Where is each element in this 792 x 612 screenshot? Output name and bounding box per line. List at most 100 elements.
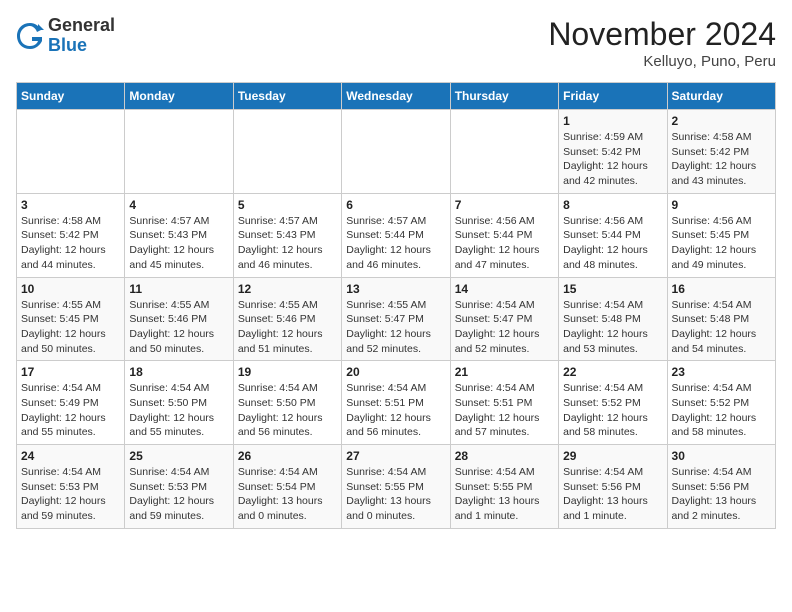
day-number: 6 bbox=[346, 198, 445, 212]
day-info: Sunrise: 4:54 AMSunset: 5:51 PMDaylight:… bbox=[455, 381, 554, 440]
day-header-friday: Friday bbox=[559, 83, 667, 110]
day-info: Sunrise: 4:54 AMSunset: 5:55 PMDaylight:… bbox=[455, 465, 554, 524]
calendar-cell: 6 Sunrise: 4:57 AMSunset: 5:44 PMDaylight… bbox=[342, 193, 450, 277]
day-number: 24 bbox=[21, 449, 120, 463]
calendar-cell bbox=[17, 110, 125, 194]
day-info: Sunrise: 4:58 AMSunset: 5:42 PMDaylight:… bbox=[672, 130, 771, 189]
logo-general: General bbox=[48, 16, 115, 36]
day-number: 13 bbox=[346, 282, 445, 296]
calendar-cell bbox=[342, 110, 450, 194]
day-number: 11 bbox=[129, 282, 228, 296]
calendar-cell: 16Sunrise: 4:54 AMSunset: 5:48 PMDayligh… bbox=[667, 277, 775, 361]
calendar-cell: 21 Sunrise: 4:54 AMSunset: 5:51 PMDayligh… bbox=[450, 361, 558, 445]
day-info: Sunrise: 4:54 AMSunset: 5:51 PMDaylight:… bbox=[346, 381, 445, 440]
calendar-cell: 3 Sunrise: 4:58 AMSunset: 5:42 PMDaylight… bbox=[17, 193, 125, 277]
day-number: 29 bbox=[563, 449, 662, 463]
day-number: 2 bbox=[672, 114, 771, 128]
calendar-cell: 7 Sunrise: 4:56 AMSunset: 5:44 PMDaylight… bbox=[450, 193, 558, 277]
calendar-cell bbox=[233, 110, 341, 194]
logo-blue: Blue bbox=[48, 36, 115, 56]
day-number: 26 bbox=[238, 449, 337, 463]
day-info: Sunrise: 4:54 AMSunset: 5:49 PMDaylight:… bbox=[21, 381, 120, 440]
calendar-cell: 18 Sunrise: 4:54 AMSunset: 5:50 PMDayligh… bbox=[125, 361, 233, 445]
day-header-saturday: Saturday bbox=[667, 83, 775, 110]
day-info: Sunrise: 4:54 AMSunset: 5:50 PMDaylight:… bbox=[129, 381, 228, 440]
day-number: 23 bbox=[672, 365, 771, 379]
day-info: Sunrise: 4:54 AMSunset: 5:55 PMDaylight:… bbox=[346, 465, 445, 524]
day-number: 27 bbox=[346, 449, 445, 463]
day-info: Sunrise: 4:55 AMSunset: 5:45 PMDaylight:… bbox=[21, 298, 120, 357]
logo: General Blue bbox=[16, 16, 115, 56]
calendar-cell: 14 Sunrise: 4:54 AMSunset: 5:47 PMDayligh… bbox=[450, 277, 558, 361]
location: Kelluyo, Puno, Peru bbox=[548, 53, 776, 70]
calendar-cell: 24 Sunrise: 4:54 AMSunset: 5:53 PMDayligh… bbox=[17, 445, 125, 529]
calendar-cell: 20 Sunrise: 4:54 AMSunset: 5:51 PMDayligh… bbox=[342, 361, 450, 445]
calendar-cell: 4 Sunrise: 4:57 AMSunset: 5:43 PMDaylight… bbox=[125, 193, 233, 277]
calendar-cell: 30Sunrise: 4:54 AMSunset: 5:56 PMDayligh… bbox=[667, 445, 775, 529]
day-number: 28 bbox=[455, 449, 554, 463]
calendar-table: SundayMondayTuesdayWednesdayThursdayFrid… bbox=[16, 82, 776, 529]
day-number: 15 bbox=[563, 282, 662, 296]
calendar-cell: 23Sunrise: 4:54 AMSunset: 5:52 PMDayligh… bbox=[667, 361, 775, 445]
day-info: Sunrise: 4:54 AMSunset: 5:54 PMDaylight:… bbox=[238, 465, 337, 524]
day-number: 16 bbox=[672, 282, 771, 296]
calendar-cell: 5 Sunrise: 4:57 AMSunset: 5:43 PMDaylight… bbox=[233, 193, 341, 277]
day-number: 19 bbox=[238, 365, 337, 379]
day-number: 25 bbox=[129, 449, 228, 463]
day-number: 12 bbox=[238, 282, 337, 296]
day-number: 4 bbox=[129, 198, 228, 212]
calendar-cell: 11 Sunrise: 4:55 AMSunset: 5:46 PMDayligh… bbox=[125, 277, 233, 361]
day-info: Sunrise: 4:54 AMSunset: 5:53 PMDaylight:… bbox=[129, 465, 228, 524]
day-header-monday: Monday bbox=[125, 83, 233, 110]
calendar-cell: 12 Sunrise: 4:55 AMSunset: 5:46 PMDayligh… bbox=[233, 277, 341, 361]
calendar-cell bbox=[450, 110, 558, 194]
day-number: 21 bbox=[455, 365, 554, 379]
day-number: 18 bbox=[129, 365, 228, 379]
day-info: Sunrise: 4:55 AMSunset: 5:47 PMDaylight:… bbox=[346, 298, 445, 357]
day-header-thursday: Thursday bbox=[450, 83, 558, 110]
calendar-cell: 1Sunrise: 4:59 AMSunset: 5:42 PMDaylight… bbox=[559, 110, 667, 194]
calendar-week-4: 17Sunrise: 4:54 AMSunset: 5:49 PMDayligh… bbox=[17, 361, 776, 445]
calendar-cell: 2 Sunrise: 4:58 AMSunset: 5:42 PMDaylight… bbox=[667, 110, 775, 194]
day-info: Sunrise: 4:55 AMSunset: 5:46 PMDaylight:… bbox=[129, 298, 228, 357]
day-info: Sunrise: 4:54 AMSunset: 5:56 PMDaylight:… bbox=[672, 465, 771, 524]
page-header: General Blue November 2024 Kelluyo, Puno… bbox=[16, 16, 776, 70]
calendar-header-row: SundayMondayTuesdayWednesdayThursdayFrid… bbox=[17, 83, 776, 110]
day-number: 8 bbox=[563, 198, 662, 212]
day-info: Sunrise: 4:54 AMSunset: 5:56 PMDaylight:… bbox=[563, 465, 662, 524]
day-info: Sunrise: 4:58 AMSunset: 5:42 PMDaylight:… bbox=[21, 214, 120, 273]
day-info: Sunrise: 4:56 AMSunset: 5:45 PMDaylight:… bbox=[672, 214, 771, 273]
calendar-cell: 17Sunrise: 4:54 AMSunset: 5:49 PMDayligh… bbox=[17, 361, 125, 445]
calendar-cell: 22Sunrise: 4:54 AMSunset: 5:52 PMDayligh… bbox=[559, 361, 667, 445]
day-info: Sunrise: 4:54 AMSunset: 5:50 PMDaylight:… bbox=[238, 381, 337, 440]
logo-icon bbox=[16, 22, 44, 50]
day-number: 7 bbox=[455, 198, 554, 212]
day-info: Sunrise: 4:57 AMSunset: 5:43 PMDaylight:… bbox=[129, 214, 228, 273]
calendar-cell: 8 Sunrise: 4:56 AMSunset: 5:44 PMDaylight… bbox=[559, 193, 667, 277]
day-info: Sunrise: 4:57 AMSunset: 5:43 PMDaylight:… bbox=[238, 214, 337, 273]
calendar-cell: 27 Sunrise: 4:54 AMSunset: 5:55 PMDayligh… bbox=[342, 445, 450, 529]
calendar-week-3: 10Sunrise: 4:55 AMSunset: 5:45 PMDayligh… bbox=[17, 277, 776, 361]
day-info: Sunrise: 4:56 AMSunset: 5:44 PMDaylight:… bbox=[563, 214, 662, 273]
day-number: 14 bbox=[455, 282, 554, 296]
calendar-cell: 13 Sunrise: 4:55 AMSunset: 5:47 PMDayligh… bbox=[342, 277, 450, 361]
day-number: 3 bbox=[21, 198, 120, 212]
day-number: 5 bbox=[238, 198, 337, 212]
day-info: Sunrise: 4:55 AMSunset: 5:46 PMDaylight:… bbox=[238, 298, 337, 357]
calendar-cell: 28 Sunrise: 4:54 AMSunset: 5:55 PMDayligh… bbox=[450, 445, 558, 529]
day-info: Sunrise: 4:57 AMSunset: 5:44 PMDaylight:… bbox=[346, 214, 445, 273]
calendar-week-1: 1Sunrise: 4:59 AMSunset: 5:42 PMDaylight… bbox=[17, 110, 776, 194]
day-number: 20 bbox=[346, 365, 445, 379]
title-area: November 2024 Kelluyo, Puno, Peru bbox=[548, 16, 776, 70]
day-info: Sunrise: 4:59 AMSunset: 5:42 PMDaylight:… bbox=[563, 130, 662, 189]
day-header-wednesday: Wednesday bbox=[342, 83, 450, 110]
month-title: November 2024 bbox=[548, 16, 776, 53]
calendar-cell: 9Sunrise: 4:56 AMSunset: 5:45 PMDaylight… bbox=[667, 193, 775, 277]
day-info: Sunrise: 4:56 AMSunset: 5:44 PMDaylight:… bbox=[455, 214, 554, 273]
day-info: Sunrise: 4:54 AMSunset: 5:47 PMDaylight:… bbox=[455, 298, 554, 357]
calendar-cell: 10Sunrise: 4:55 AMSunset: 5:45 PMDayligh… bbox=[17, 277, 125, 361]
calendar-week-5: 24 Sunrise: 4:54 AMSunset: 5:53 PMDayligh… bbox=[17, 445, 776, 529]
calendar-cell: 15Sunrise: 4:54 AMSunset: 5:48 PMDayligh… bbox=[559, 277, 667, 361]
calendar-cell: 29 Sunrise: 4:54 AMSunset: 5:56 PMDayligh… bbox=[559, 445, 667, 529]
day-info: Sunrise: 4:54 AMSunset: 5:53 PMDaylight:… bbox=[21, 465, 120, 524]
